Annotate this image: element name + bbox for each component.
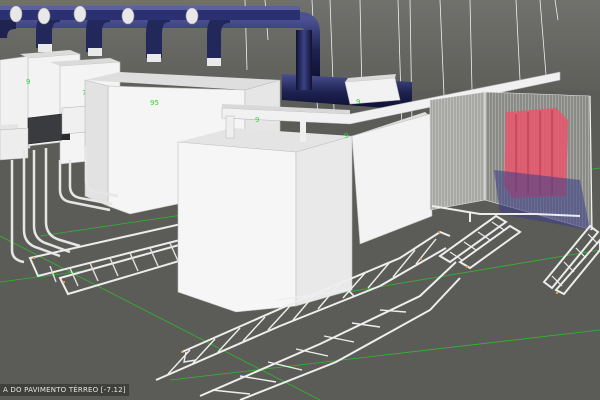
mesh-panel-front: [429, 91, 486, 211]
panel-5-label: 9: [344, 132, 348, 140]
3d-scene[interactable]: 9 9 7 95 9 9: [0, 0, 600, 400]
floor-level-label: A DO PAVIMENTO TÉRREO [-7.12]: [0, 384, 129, 396]
electrical-panel-5: [177, 141, 297, 313]
cable-tray-left: [28, 220, 198, 296]
dark-cabinet: [27, 113, 63, 145]
electrical-panel-6: [351, 113, 433, 245]
panel-1-label: 9: [26, 78, 30, 86]
duct-box-label: 9: [356, 98, 360, 106]
3d-model-viewport[interactable]: 9 9 7 95 9 9 A DO PAVIMENTO TÉRREO [-7.1…: [0, 0, 600, 400]
panel-3-label: 95: [150, 99, 159, 107]
panel-4-label: 9: [255, 116, 259, 124]
